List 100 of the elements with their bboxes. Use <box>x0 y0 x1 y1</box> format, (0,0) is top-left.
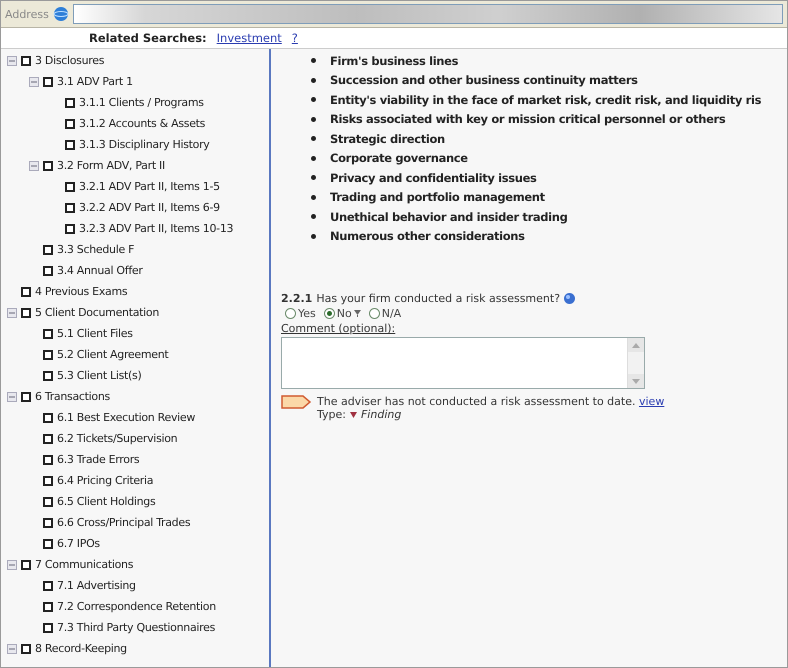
node-square-icon <box>21 560 31 570</box>
tree-item[interactable]: 3.3 Schedule F <box>57 243 134 256</box>
globe-icon <box>52 6 69 22</box>
radio-label: Yes <box>298 307 316 320</box>
tree-item[interactable]: 5.1 Client Files <box>57 327 133 340</box>
finding-type: Finding <box>360 408 402 421</box>
node-square-icon <box>21 56 31 66</box>
node-square-icon <box>43 580 53 590</box>
tree-item[interactable]: 7.2 Correspondence Retention <box>57 600 216 613</box>
tree-item[interactable]: 3.1 ADV Part 1 <box>57 75 133 88</box>
tree-item[interactable]: 6.1 Best Execution Review <box>57 411 196 424</box>
address-label: Address <box>5 8 49 20</box>
collapse-icon[interactable] <box>7 392 17 402</box>
tree-item[interactable]: 3.2.3 ADV Part II, Items 10-13 <box>79 222 234 235</box>
tree-item[interactable]: 6.3 Trade Errors <box>57 453 140 466</box>
tree-item[interactable]: 5.3 Client List(s) <box>57 369 142 382</box>
tree-item[interactable]: 4 Previous Exams <box>35 285 128 298</box>
node-square-icon <box>43 518 53 528</box>
node-square-icon <box>65 140 75 150</box>
help-icon[interactable] <box>564 293 576 304</box>
view-link[interactable]: view <box>638 395 664 408</box>
tree-item[interactable]: 7 Communications <box>35 558 134 571</box>
node-square-icon <box>43 350 53 360</box>
tree-item[interactable]: 6 Transactions <box>35 390 110 403</box>
node-square-icon <box>43 602 53 612</box>
collapse-icon[interactable] <box>7 644 17 654</box>
node-square-icon <box>43 266 53 276</box>
radio-button[interactable] <box>368 308 380 319</box>
node-square-icon <box>21 392 31 402</box>
bullet-text: Strategic direction <box>330 132 445 146</box>
bullet-text: Numerous other considerations <box>330 229 525 244</box>
tree-item[interactable]: 5.2 Client Agreement <box>57 348 168 361</box>
bullet-text: Trading and portfolio management <box>330 190 545 204</box>
node-square-icon <box>65 118 75 128</box>
node-square-icon <box>43 370 53 380</box>
address-field[interactable] <box>72 4 783 24</box>
bullet-text: Unethical behavior and insider trading <box>330 210 568 224</box>
tree-item[interactable]: 6.7 IPOs <box>57 537 100 550</box>
finding-text: The adviser has not conducted a risk assessment to date. view <box>317 395 664 408</box>
node-square-icon <box>43 538 53 548</box>
node-square-icon <box>43 434 53 444</box>
tree-item[interactable]: 3 Disclosures <box>35 54 104 67</box>
tree-item[interactable]: 7.3 Third Party Questionnaires <box>57 621 216 634</box>
search-link[interactable]: Investment <box>216 31 282 45</box>
collapse-icon[interactable] <box>29 160 39 170</box>
bullet-text: Privacy and confidentiality issues <box>330 170 537 185</box>
bullet-text: Risks associated with key or mission critical personnel or others <box>330 112 726 126</box>
radio-button[interactable] <box>285 308 296 319</box>
tree-item[interactable]: 8 Record-Keeping <box>35 642 127 655</box>
bullet-icon <box>311 97 316 102</box>
bullet-text: Firm's business lines <box>330 54 458 68</box>
tree-item[interactable]: 6.2 Tickets/Supervision <box>57 432 178 445</box>
node-square-icon <box>43 622 53 632</box>
tree-item[interactable]: 3.2 Form ADV, Part II <box>57 159 165 172</box>
bullet-text: Succession and other business continuity matters <box>330 73 638 88</box>
question-number: 2.2.1 <box>281 292 312 305</box>
tree-item[interactable]: 3.2.2 ADV Part II, Items 6-9 <box>79 201 220 214</box>
node-square-icon <box>43 454 53 464</box>
collapse-icon[interactable] <box>7 560 17 570</box>
bullet-icon <box>311 175 316 180</box>
related-searches-label: Related Searches: <box>89 31 207 45</box>
tree-item[interactable]: 3.2.1 ADV Part II, Items 1-5 <box>79 180 220 193</box>
tree-item[interactable]: 6.4 Pricing Criteria <box>57 474 154 487</box>
collapse-icon[interactable] <box>7 56 17 66</box>
radio-label: No <box>336 307 352 320</box>
node-square-icon <box>65 98 75 108</box>
collapse-icon[interactable] <box>29 76 39 86</box>
node-square-icon <box>43 244 53 254</box>
tree-item[interactable]: 6.5 Client Holdings <box>57 495 156 508</box>
bullet-icon <box>311 234 316 239</box>
bullet-icon <box>311 214 316 220</box>
question-text: Has your firm conducted a risk assessment? <box>316 292 560 305</box>
node-square-icon <box>43 160 53 170</box>
tree-item[interactable]: 5 Client Documentation <box>35 306 160 319</box>
bullet-text: Entity's viability in the face of market risk, credit risk, and liquidity ris <box>330 92 762 107</box>
node-square-icon <box>43 476 53 486</box>
tree-item[interactable]: 3.1.3 Disciplinary History <box>79 138 210 151</box>
node-square-icon <box>43 412 53 422</box>
node-square-icon <box>21 286 31 296</box>
tag-icon <box>281 395 311 409</box>
bullet-icon <box>311 58 316 64</box>
radio-button[interactable] <box>324 308 335 319</box>
node-square-icon <box>21 644 31 654</box>
tree-item[interactable]: 3.4 Annual Offer <box>57 264 143 277</box>
bullet-icon <box>311 78 316 83</box>
search-link[interactable]: ? <box>292 31 298 45</box>
node-square-icon <box>43 76 53 86</box>
tree-item[interactable]: 3.1.2 Accounts & Assets <box>79 117 206 130</box>
node-square-icon <box>43 496 53 506</box>
tree-item[interactable]: 6.6 Cross/Principal Trades <box>57 516 190 529</box>
bullet-icon <box>311 156 316 161</box>
node-square-icon <box>65 202 75 212</box>
collapse-icon[interactable] <box>7 308 17 318</box>
tree-item[interactable]: 7.1 Advertising <box>57 579 136 592</box>
bullet-icon <box>311 116 316 122</box>
tree-item[interactable]: 3.1.1 Clients / Programs <box>79 96 204 109</box>
bullet-icon <box>311 136 316 142</box>
comment-label: Comment (optional): <box>281 322 396 335</box>
node-square-icon <box>43 328 53 338</box>
bullet-text: Corporate governance <box>330 151 468 166</box>
